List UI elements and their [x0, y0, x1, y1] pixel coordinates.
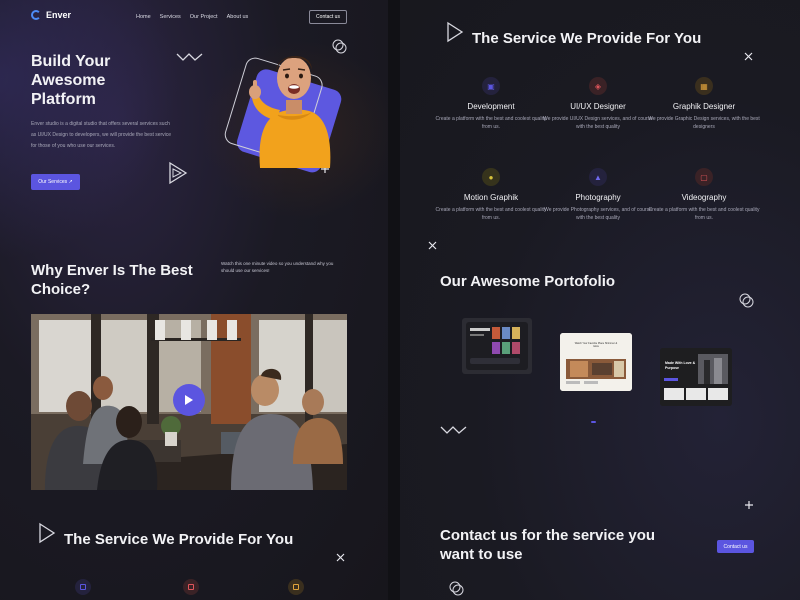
image-icon: ▦	[695, 77, 713, 95]
play-video-button[interactable]	[173, 384, 205, 416]
services-title: The Service We Provide For You	[472, 30, 702, 47]
contact-title: Contact us for the service you want to u…	[440, 527, 656, 563]
layers-icon: ◈	[589, 77, 607, 95]
x-icon	[336, 553, 345, 562]
main-nav: Home Services Our Project About us	[136, 14, 248, 20]
our-services-button[interactable]: Our Services ↗	[31, 174, 80, 190]
zigzag-icon	[176, 53, 203, 61]
circles-icon-bottom	[449, 581, 464, 596]
code-icon-preview	[75, 579, 91, 595]
hero-description: Enver studio is a digital studio that of…	[31, 121, 172, 149]
service-card-videography[interactable]: ▢ Videography Create a platform with the…	[648, 168, 760, 222]
video-icon: ▢	[695, 168, 713, 186]
portfolio-item-3-headline: Made With Love & Purpose	[665, 361, 696, 370]
service-card-development[interactable]: ▣ Development Create a platform with the…	[435, 77, 547, 131]
service-description: Create a platform with the best and cool…	[435, 207, 547, 221]
portfolio-item-2-headline: Watch Your Favorite Place Shimmer & Glow	[574, 342, 618, 349]
service-name: Development	[467, 102, 515, 111]
play-icon	[185, 395, 193, 405]
contact-button-nav[interactable]: Contact us	[309, 10, 347, 24]
why-section-description: Watch this one minute video so you under…	[221, 261, 334, 273]
service-name: UI/UX Designer	[570, 102, 626, 111]
landing-page: Enver Home Services Our Project About us…	[0, 0, 800, 600]
nav-item-services[interactable]: Services	[160, 14, 181, 20]
service-card-graphik[interactable]: ▦ Graphik Designer We provide Graphic De…	[648, 77, 760, 131]
portfolio-title: Our Awesome Portofolio	[440, 273, 616, 290]
why-section-title: Why Enver Is The Best Choice?	[31, 262, 193, 298]
play-outline-icon-bottom	[39, 522, 56, 544]
layers-icon-preview	[183, 579, 199, 595]
hero-title: Build Your Awesome Platform	[31, 53, 111, 108]
brand-name: Enver	[46, 10, 72, 20]
x-icon-right	[744, 52, 753, 61]
service-description: Create a platform with the best and cool…	[435, 116, 547, 130]
x-icon-mid	[428, 241, 437, 250]
service-description: Create a platform with the best and cool…	[648, 207, 760, 221]
service-description: We provide Photography services, and of …	[544, 207, 652, 221]
service-name: Photography	[575, 193, 621, 202]
portfolio-item-1[interactable]	[462, 318, 532, 374]
image-icon-preview	[288, 579, 304, 595]
service-card-photography[interactable]: ▲ Photography We provide Photography ser…	[542, 168, 654, 222]
plus-icon-right	[745, 501, 753, 509]
brand-logo[interactable]: Enver	[31, 10, 71, 20]
service-name: Graphik Designer	[672, 102, 736, 111]
services-title-preview: The Service We Provide For You	[64, 531, 294, 548]
code-icon: ▣	[482, 77, 500, 95]
column-gap	[388, 0, 400, 600]
service-description: We provide UI/UX Design services, and of…	[543, 116, 653, 130]
hero-person-image	[249, 55, 331, 168]
zigzag-icon-right	[440, 426, 467, 434]
camera-icon: ▲	[589, 168, 607, 186]
play-outline-icon	[169, 161, 188, 185]
play-outline-icon-right	[447, 21, 464, 43]
service-card-motion[interactable]: ● Motion Graphik Create a platform with …	[435, 168, 547, 222]
service-name: Motion Graphik	[463, 193, 519, 202]
service-name: Videography	[681, 193, 727, 202]
service-card-uiux[interactable]: ◈ UI/UX Designer We provide UI/UX Design…	[542, 77, 654, 131]
logo-icon	[31, 10, 41, 20]
contact-button[interactable]: Contact us	[717, 540, 754, 553]
nav-item-about-us[interactable]: About us	[227, 14, 249, 20]
portfolio-item-3[interactable]: Made With Love & Purpose	[660, 348, 732, 406]
motion-icon: ●	[482, 168, 500, 186]
carousel-indicator[interactable]	[591, 421, 596, 423]
nav-item-home[interactable]: Home	[136, 14, 151, 20]
nav-item-our-project[interactable]: Our Project	[190, 14, 218, 20]
portfolio-item-2[interactable]: Watch Your Favorite Place Shimmer & Glow	[560, 333, 632, 391]
service-description: We provide Graphic Design services, with…	[648, 116, 760, 130]
circles-icon-right	[739, 293, 754, 308]
